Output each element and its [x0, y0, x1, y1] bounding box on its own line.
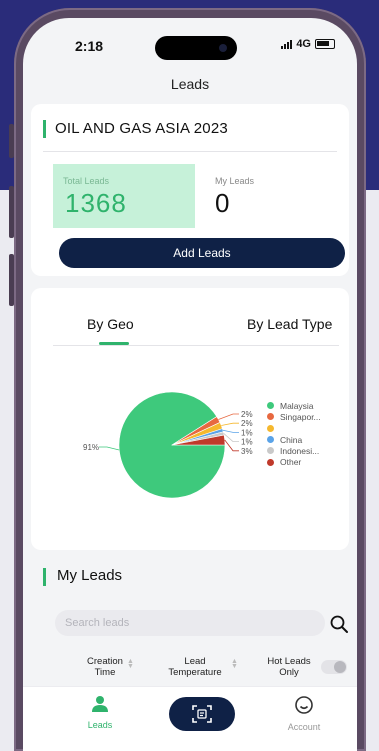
legend-swatch	[267, 447, 274, 455]
bottom-tab-bar: Leads Account	[23, 686, 357, 751]
phone-side-button	[9, 254, 14, 306]
nav-account-label: Account	[287, 722, 321, 732]
tab-indicator	[99, 342, 129, 345]
pie-data-label: 2%	[241, 410, 253, 419]
network-type: 4G	[296, 38, 311, 50]
account-icon	[295, 696, 313, 714]
leads-icon	[92, 696, 108, 712]
scan-icon	[192, 705, 212, 723]
legend-swatch	[267, 413, 274, 421]
label-leader-line	[218, 413, 239, 420]
nav-leads-label: Leads	[87, 720, 113, 730]
hot-leads-toggle[interactable]	[321, 660, 347, 674]
legend-swatch	[267, 436, 274, 444]
legend-swatch	[267, 458, 274, 466]
legend-item: China	[267, 434, 321, 445]
total-leads-value: 1368	[65, 188, 127, 218]
scan-button[interactable]	[169, 697, 235, 731]
my-leads-value: 0	[215, 188, 230, 218]
sort-icon[interactable]: ▲ ▼	[127, 658, 134, 670]
chart-legend: Malaysia Singapor... China Indonesi... Other	[267, 400, 321, 468]
label-leader-line	[99, 446, 120, 451]
legend-swatch	[267, 424, 274, 432]
page-title: Leads	[170, 76, 210, 92]
legend-item: Indonesi...	[267, 445, 321, 456]
phone-side-button	[9, 124, 14, 158]
legend-swatch	[267, 402, 274, 410]
search-field[interactable]	[55, 610, 325, 636]
event-title: OIL AND GAS ASIA 2023	[55, 120, 228, 137]
sort-icon[interactable]: ▲ ▼	[231, 658, 238, 670]
status-bar: 2:18 4G	[23, 18, 357, 74]
divider	[43, 151, 337, 152]
label-leader-line	[223, 433, 239, 442]
legend-label: Other	[280, 457, 302, 468]
pie-data-label: 1%	[241, 438, 253, 447]
add-leads-button[interactable]: Add Leads	[59, 238, 345, 268]
legend-label: Indonesi...	[280, 445, 320, 456]
total-leads-box: Total Leads 1368	[53, 164, 195, 228]
total-leads-label: Total Leads	[63, 176, 110, 186]
tab-divider	[53, 345, 339, 346]
hot-leads-only-label: Hot Leads Only	[267, 656, 311, 678]
accent-bar	[43, 568, 46, 586]
app-screen: 2:18 4G Leads OIL AND GAS ASIA 2023 Tota…	[23, 18, 357, 751]
legend-label: China	[280, 434, 303, 445]
pie-data-label: 91%	[83, 443, 99, 452]
lead-temperature-filter[interactable]: Lead Temperature	[153, 656, 237, 678]
signal-icon	[281, 39, 293, 49]
dynamic-island	[155, 36, 237, 60]
legend-label: Malaysia	[280, 400, 314, 411]
battery-icon	[315, 39, 335, 49]
my-leads-label: My Leads	[215, 176, 255, 186]
nav-account[interactable]: Account	[279, 695, 329, 732]
label-leader-line	[222, 429, 239, 433]
legend-item: Malaysia	[267, 400, 321, 411]
my-leads-section-title: My Leads	[57, 567, 123, 584]
nav-leads[interactable]: Leads	[75, 695, 125, 730]
event-summary-card: OIL AND GAS ASIA 2023 Total Leads 1368 M…	[31, 104, 349, 276]
tab-by-lead-type[interactable]: By Lead Type	[247, 316, 332, 332]
legend-item	[267, 423, 321, 434]
accent-bar	[43, 120, 46, 138]
search-input[interactable]	[65, 617, 325, 629]
pie-data-label: 1%	[241, 428, 253, 437]
phone-side-button	[9, 186, 14, 238]
search-icon[interactable]	[329, 614, 349, 634]
camera-icon	[219, 44, 227, 52]
legend-label: Singapor...	[280, 411, 321, 422]
creation-time-filter[interactable]: Creation Time	[75, 656, 135, 678]
tab-by-geo[interactable]: By Geo	[87, 316, 134, 332]
legend-item: Other	[267, 456, 321, 467]
label-leader-line	[221, 422, 239, 426]
status-time: 2:18	[75, 38, 104, 54]
pie-data-label: 3%	[241, 447, 253, 456]
legend-item: Singapor...	[267, 411, 321, 422]
chart-card: By Geo By Lead Type 91% 2% 2% 1% 1% 3% Malays…	[31, 288, 349, 550]
pie-data-label: 2%	[241, 419, 253, 428]
